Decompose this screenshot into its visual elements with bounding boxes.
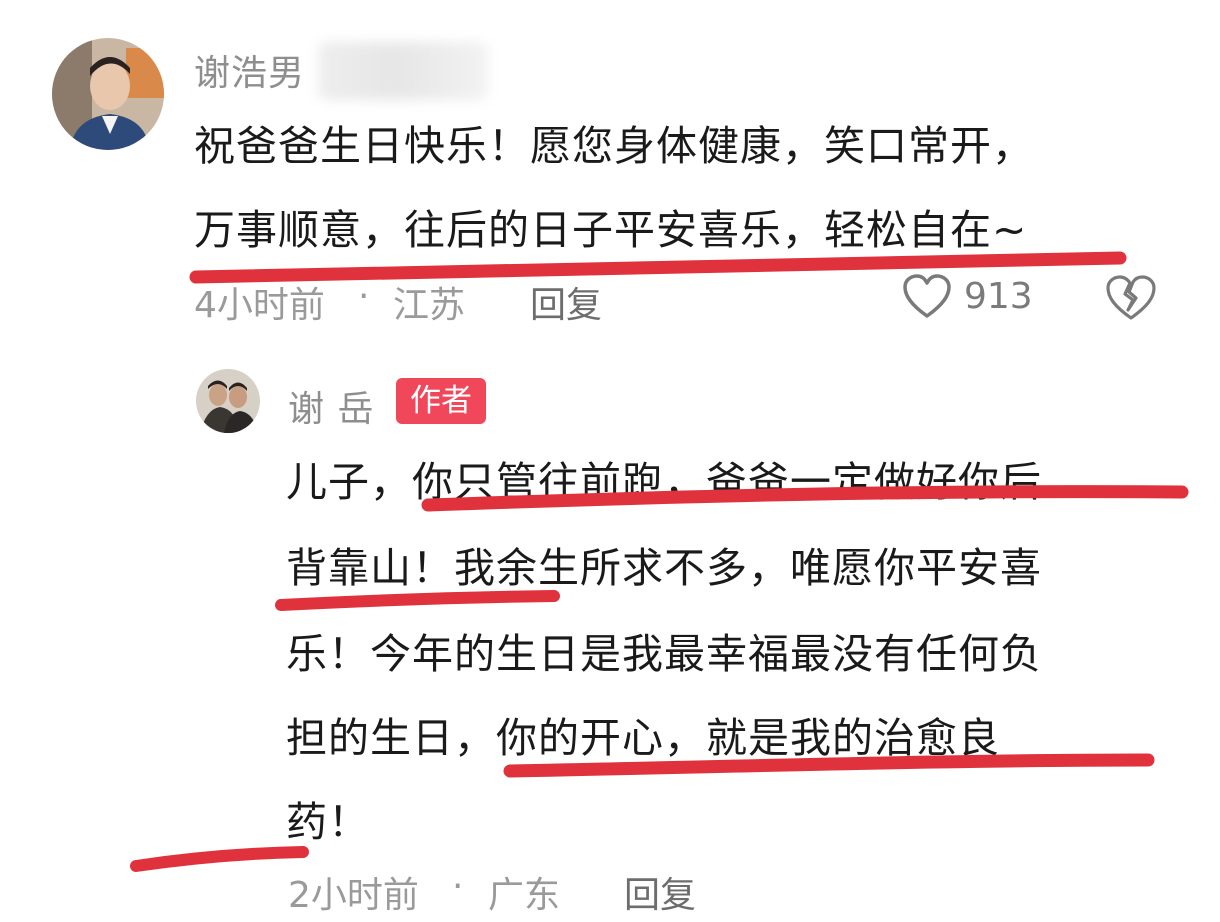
reply-text-line-1: 儿子，你只管往前跑，爸爸一定做好你后 xyxy=(286,458,1042,506)
comment-text-line-2: 万事顺意，往后的日子平安喜乐，轻松自在~ xyxy=(194,206,1028,254)
author-name[interactable]: 谢 岳 xyxy=(288,380,374,432)
comment-time: 4小时前 xyxy=(194,285,325,326)
reply-text-line-4: 担的生日，你的开心，就是我的治愈良 xyxy=(286,714,1000,762)
like-button[interactable]: 913 xyxy=(902,272,1033,324)
underline-stroke-5 xyxy=(130,846,309,872)
comment-separator: · xyxy=(358,276,370,317)
author-avatar[interactable] xyxy=(196,369,260,433)
reply-text-line-3: 乐！今年的生日是我最幸福最没有任何负 xyxy=(286,630,1042,678)
reply-separator: · xyxy=(452,866,464,907)
comment-location: 江苏 xyxy=(393,285,466,326)
like-count: 913 xyxy=(964,276,1033,317)
comment-text-line-1: 祝爸爸生日快乐！愿您身体健康，笑口常开， xyxy=(194,122,1034,170)
commenter-avatar[interactable] xyxy=(52,38,164,150)
redacted-name-blur xyxy=(318,42,488,100)
underline-stroke-3 xyxy=(275,590,560,611)
reply-time: 2小时前 xyxy=(288,875,419,916)
dislike-button[interactable] xyxy=(1105,274,1157,322)
commenter-name[interactable]: 谢浩男 xyxy=(194,44,305,96)
heart-outline-icon xyxy=(902,274,952,320)
comment-reply-button[interactable]: 回复 xyxy=(530,276,602,328)
broken-heart-icon xyxy=(1105,274,1157,322)
reply-text-line-5: 药！ xyxy=(286,798,370,846)
author-badge: 作者 xyxy=(396,378,486,424)
reply-text-line-2: 背靠山！我余生所求不多，唯愿你平安喜 xyxy=(286,544,1042,592)
reply-location: 广东 xyxy=(488,875,561,916)
reply-reply-button[interactable]: 回复 xyxy=(624,866,696,918)
